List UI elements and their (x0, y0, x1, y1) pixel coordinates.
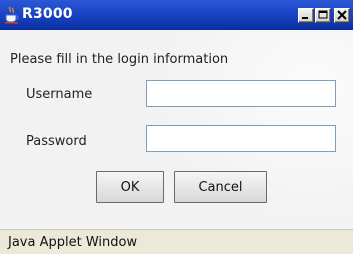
cancel-button[interactable]: Cancel (174, 171, 267, 203)
title-bar[interactable]: R3000 (0, 0, 353, 30)
maximize-icon (318, 10, 328, 19)
status-bar: Java Applet Window (0, 229, 353, 254)
window-title: R3000 (22, 6, 73, 22)
dialog-content: Please fill in the login information Use… (0, 30, 353, 229)
username-field[interactable] (146, 80, 336, 107)
ok-button[interactable]: OK (96, 171, 164, 203)
close-icon (337, 10, 347, 20)
status-text: Java Applet Window (8, 235, 138, 250)
maximize-button[interactable] (315, 8, 331, 23)
close-button[interactable] (334, 8, 350, 23)
minimize-icon (302, 17, 308, 19)
username-label: Username (26, 87, 93, 102)
minimize-button[interactable] (298, 8, 314, 23)
password-label: Password (26, 134, 87, 149)
login-prompt: Please fill in the login information (10, 52, 229, 67)
login-window: R3000 Please fill in the login informati… (0, 0, 353, 254)
java-cup-icon (4, 6, 20, 24)
password-field[interactable] (146, 125, 336, 152)
